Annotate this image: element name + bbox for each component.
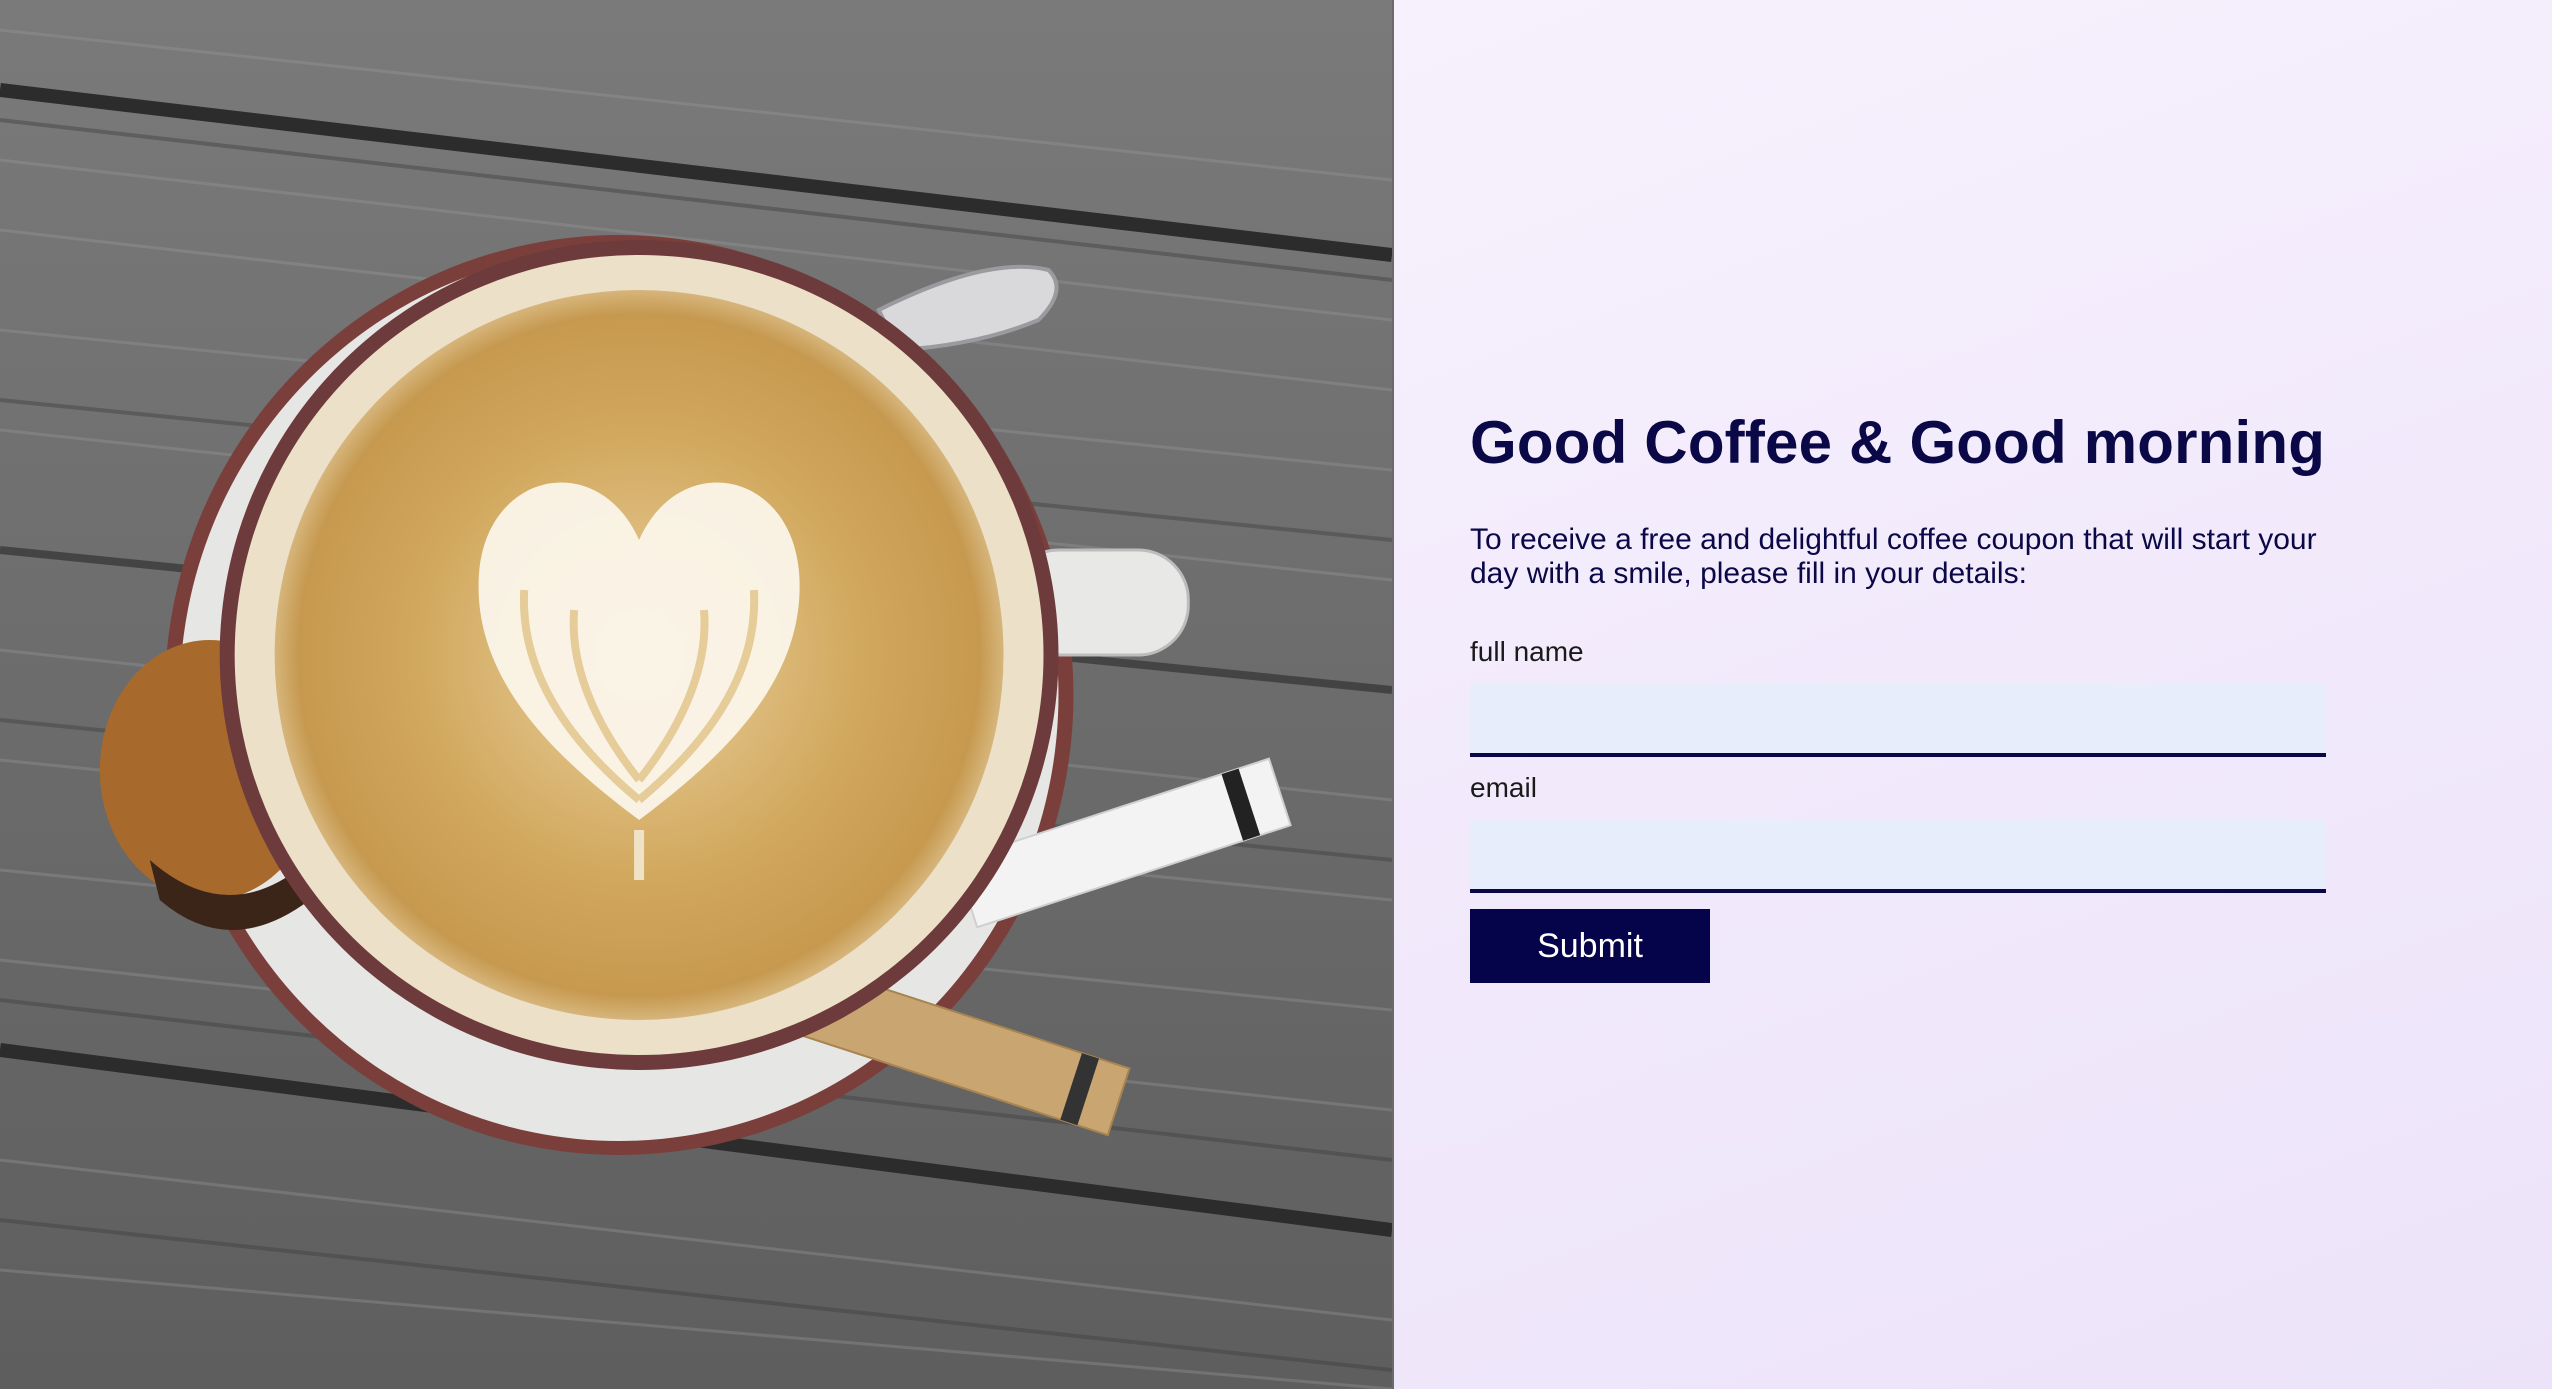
signup-panel: Good Coffee & Good morning To receive a … — [1394, 0, 2552, 1389]
page-title: Good Coffee & Good morning — [1470, 409, 2326, 476]
coupon-form: Good Coffee & Good morning To receive a … — [1470, 405, 2326, 983]
full-name-label: full name — [1470, 636, 1584, 667]
intro-text: To receive a free and delightful coffee … — [1470, 523, 2317, 590]
full-name-input[interactable] — [1470, 683, 2326, 757]
hero-photo — [0, 0, 1394, 1389]
submit-button[interactable]: Submit — [1470, 909, 1710, 983]
page: Good Coffee & Good morning To receive a … — [0, 0, 2552, 1389]
email-input[interactable] — [1470, 819, 2326, 893]
coffee-photo-illustration — [0, 0, 1392, 1389]
email-label: email — [1470, 772, 1537, 803]
